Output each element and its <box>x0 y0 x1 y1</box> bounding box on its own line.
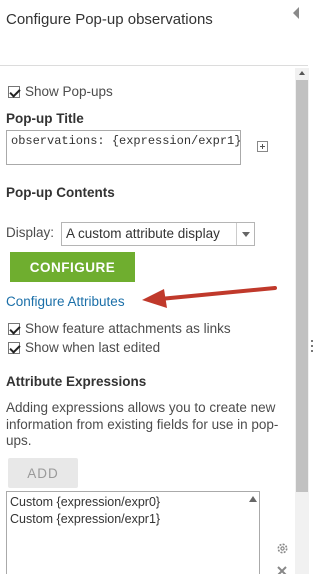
configure-button[interactable]: CONFIGURE <box>10 252 135 282</box>
scroll-up-icon[interactable] <box>295 68 309 78</box>
popup-contents-heading: Pop-up Contents <box>6 185 115 200</box>
scroll-up-icon[interactable] <box>248 495 258 503</box>
show-last-edited-checkbox[interactable] <box>8 341 20 354</box>
show-popups-checkbox[interactable] <box>8 85 20 98</box>
expressions-list[interactable]: Custom {expression/expr0} Custom {expres… <box>6 491 260 574</box>
show-last-edited-label: Show when last edited <box>25 340 161 355</box>
chevron-down-icon[interactable] <box>236 223 254 245</box>
list-item[interactable]: Custom {expression/expr0} <box>7 494 259 511</box>
panel-content: Show Pop-ups Pop-up Title observations: … <box>0 66 294 574</box>
add-expression-button[interactable]: ADD <box>8 458 78 488</box>
gear-icon[interactable] <box>276 542 289 555</box>
panel-scrollbar[interactable] <box>295 68 309 574</box>
show-popups-label: Show Pop-ups <box>25 84 113 99</box>
collapse-left-icon[interactable] <box>291 6 301 20</box>
attribute-expressions-description: Adding expressions allows you to create … <box>6 400 279 448</box>
expand-plus-icon[interactable] <box>257 141 268 152</box>
show-attachments-checkbox[interactable] <box>8 322 20 335</box>
display-label: Display: <box>6 225 55 240</box>
panel-header: Configure Pop-up observations <box>0 0 308 66</box>
display-select[interactable]: A custom attribute display <box>61 222 255 246</box>
show-attachments-row[interactable]: Show feature attachments as links <box>8 321 231 336</box>
popup-title-input[interactable]: observations: {expression/expr1} <box>6 130 241 165</box>
configure-popup-panel: Configure Pop-up observations Show Pop-u… <box>0 0 315 574</box>
show-popups-row[interactable]: Show Pop-ups <box>8 84 113 99</box>
configure-attributes-link[interactable]: Configure Attributes <box>6 294 125 309</box>
panel-title: Configure Pop-up observations <box>6 11 213 28</box>
popup-title-heading: Pop-up Title <box>6 111 84 126</box>
show-last-edited-row[interactable]: Show when last edited <box>8 340 160 355</box>
display-select-value: A custom attribute display <box>66 226 220 241</box>
scrollbar-thumb[interactable] <box>296 80 308 492</box>
show-attachments-label: Show feature attachments as links <box>25 321 231 336</box>
expression-tools <box>276 542 290 574</box>
list-item[interactable]: Custom {expression/expr1} <box>7 511 259 528</box>
delete-icon[interactable] <box>276 565 288 574</box>
annotation-arrow-icon <box>142 286 277 308</box>
attribute-expressions-heading: Attribute Expressions <box>6 374 147 389</box>
resize-handle-icon[interactable] <box>310 340 314 358</box>
